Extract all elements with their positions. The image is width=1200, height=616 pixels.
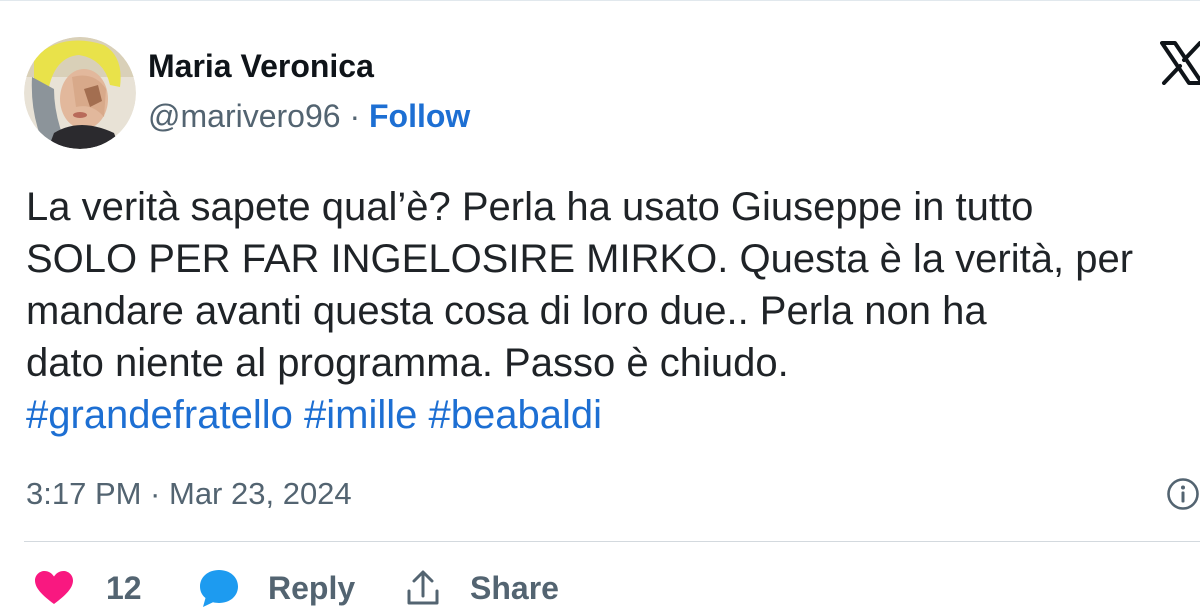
hashtag-link[interactable]: #imille (304, 393, 417, 437)
tweet-text: La verità sapete qual’è? Perla ha usato … (26, 181, 1200, 441)
info-icon[interactable] (1166, 477, 1200, 511)
tweet-text-line: SOLO PER FAR INGELOSIRE MIRKO. Questa è … (26, 237, 1134, 281)
author-avatar[interactable] (24, 37, 136, 149)
reply-bubble-icon (200, 570, 238, 607)
hashtag-link[interactable]: #grandefratello (26, 393, 293, 437)
heart-icon (35, 571, 73, 604)
avatar-photo-icon (24, 37, 136, 149)
reply-button[interactable]: Reply (198, 565, 355, 611)
reply-label: Reply (268, 569, 356, 606)
author-name[interactable]: Maria Veronica (148, 48, 374, 85)
author-handle[interactable]: @marivero96 (148, 98, 341, 134)
follow-button[interactable]: Follow (369, 98, 470, 134)
divider (24, 541, 1200, 542)
share-label: Share (470, 569, 559, 606)
like-button[interactable]: 12 (34, 565, 142, 611)
hashtag-line: #grandefratello #imille #beabaldi (26, 389, 1200, 441)
share-icon (407, 570, 439, 605)
tweet-text-line: La verità sapete qual’è? Perla ha usato … (26, 185, 1034, 229)
author-handle-line: @marivero96 · Follow (148, 98, 470, 135)
tweet-timestamp[interactable]: 3:17 PM · Mar 23, 2024 (26, 476, 352, 512)
tweet-card: Maria Veronica @marivero96 · Follow La v… (0, 0, 1200, 616)
tweet-text-line: dato niente al programma. Passo è chiudo… (26, 341, 789, 385)
handle-separator: · (340, 98, 369, 134)
share-button[interactable]: Share (406, 565, 559, 611)
x-logo-icon[interactable] (1160, 41, 1200, 85)
hashtag-link[interactable]: #beabaldi (428, 393, 602, 437)
action-bar: 12 Reply Share (26, 559, 1176, 616)
like-count: 12 (106, 569, 142, 606)
tweet-text-line: mandare avanti questa cosa di loro due..… (26, 289, 987, 333)
